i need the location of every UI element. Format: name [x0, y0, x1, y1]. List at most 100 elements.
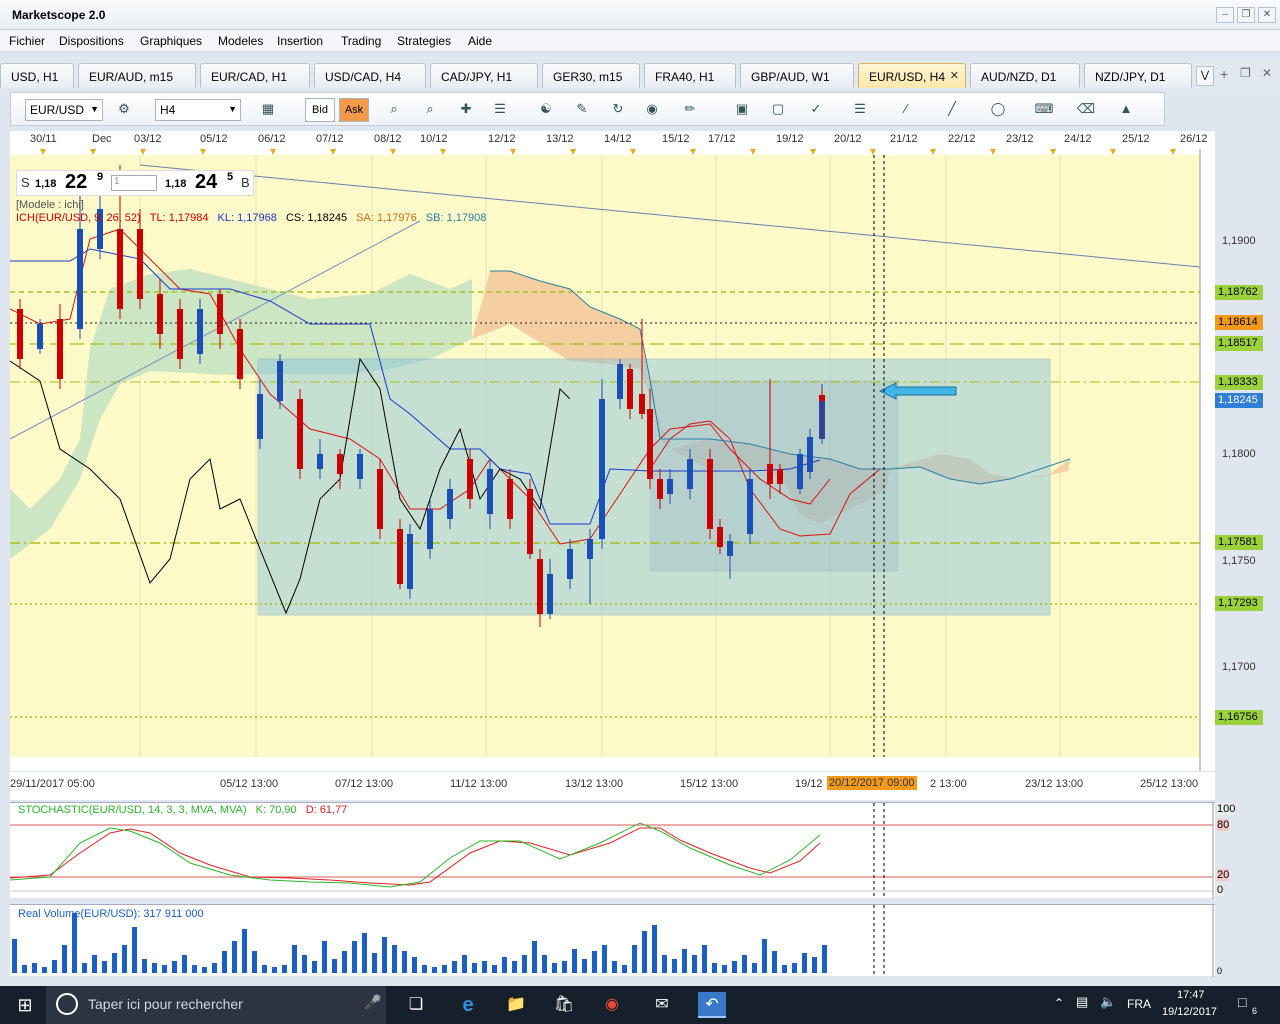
- top-date: 12/12: [488, 133, 516, 145]
- close-tab-icon[interactable]: ✕: [950, 69, 959, 82]
- shape-ellipse-icon[interactable]: ◯: [987, 98, 1009, 120]
- top-date: 14/12: [604, 133, 632, 145]
- menu-strategies[interactable]: Strategies: [397, 34, 451, 48]
- tab-usd-h1[interactable]: USD, H1: [0, 63, 74, 88]
- ichimoku-legend: ICH(EUR/USD, 9, 26, 52) TL: 1,17984 KL: …: [16, 212, 486, 224]
- trend-line-icon[interactable]: ╱: [941, 98, 963, 120]
- hierarchy-icon[interactable]: ▲: [1115, 98, 1137, 120]
- tab-eur-aud-m15[interactable]: EUR/AUD, m15: [78, 63, 196, 88]
- globe-icon[interactable]: ◉: [641, 98, 663, 120]
- mail-icon[interactable]: ✉: [648, 992, 676, 1018]
- properties-icon[interactable]: ✎: [571, 98, 593, 120]
- tab-label: FRA40, H1: [655, 70, 715, 84]
- tab-gbp-aud-w1[interactable]: GBP/AUD, W1: [740, 63, 854, 88]
- tab-aud-nzd-d1[interactable]: AUD/NZD, D1: [970, 63, 1080, 88]
- notification-count: 6: [1252, 1006, 1258, 1016]
- menu-bar: Fichier Dispositions Graphiques Modeles …: [0, 30, 1280, 52]
- text-tool-icon[interactable]: ⌨: [1033, 98, 1055, 120]
- network-icon[interactable]: ▤: [1076, 994, 1088, 1010]
- microphone-icon[interactable]: 🎤: [364, 994, 381, 1011]
- menu-aide[interactable]: Aide: [468, 34, 492, 48]
- image-icon[interactable]: ▣: [731, 98, 753, 120]
- zoom-in-icon[interactable]: ⌕: [383, 98, 405, 120]
- price-axis-label: 1,1750: [1222, 555, 1256, 567]
- tab-label: AUD/NZD, D1: [981, 70, 1057, 84]
- top-date: 20/12: [834, 133, 862, 145]
- windows-start-icon[interactable]: ⊞: [12, 992, 38, 1018]
- volume-icon[interactable]: 🔈: [1100, 994, 1116, 1010]
- data-window-icon[interactable]: ☰: [489, 98, 511, 120]
- task-view-icon[interactable]: ❏: [402, 992, 430, 1018]
- eraser-icon[interactable]: ⌫: [1075, 98, 1097, 120]
- edge-browser-icon[interactable]: e: [454, 992, 482, 1018]
- sell-price-fraction: 9: [97, 171, 104, 183]
- tab-eur-cad-h1[interactable]: EUR/CAD, H1: [200, 63, 310, 88]
- timeframe-select[interactable]: H4 ▼: [155, 99, 241, 121]
- chrome-icon[interactable]: ◉: [598, 992, 626, 1018]
- chart-type-icon[interactable]: ▦: [257, 98, 279, 120]
- symbol-tools-icon[interactable]: ⚙: [113, 98, 135, 120]
- restore-panel-icon[interactable]: ❐: [1240, 66, 1251, 80]
- zoom-out-icon[interactable]: ⌕: [419, 98, 441, 120]
- menu-fichier[interactable]: Fichier: [9, 34, 45, 48]
- bid-button[interactable]: Bid: [305, 98, 335, 122]
- tab-ger30-m15[interactable]: GER30, m15: [542, 63, 640, 88]
- close-panel-icon[interactable]: ✕: [1262, 66, 1272, 80]
- taskbar-search-box[interactable]: Taper ici pour rechercher: [46, 986, 386, 1024]
- menu-insertion[interactable]: Insertion: [277, 34, 323, 48]
- file-explorer-icon[interactable]: 📁: [502, 992, 530, 1018]
- top-date: 05/12: [200, 133, 228, 145]
- refresh-icon[interactable]: ↻: [607, 98, 629, 120]
- top-date: 03/12: [134, 133, 162, 145]
- language-indicator[interactable]: FRA: [1127, 997, 1151, 1011]
- tab-list-chevron-icon[interactable]: ⋁: [1196, 66, 1214, 86]
- volume-panel[interactable]: Real Volume(EUR/USD): 317 911 000: [10, 904, 1215, 977]
- sell-price-pips[interactable]: 22: [65, 171, 87, 194]
- menu-trading[interactable]: Trading: [341, 34, 381, 48]
- buy-price-fraction: 5: [227, 171, 234, 183]
- stochastic-legend: STOCHASTIC(EUR/USD, 14, 3, 3, MVA, MVA) …: [18, 804, 347, 816]
- clock-time[interactable]: 17:47: [1177, 989, 1205, 1001]
- indicator-icon[interactable]: ☯: [535, 98, 557, 120]
- menu-modeles[interactable]: Modeles: [218, 34, 263, 48]
- tray-chevron-icon[interactable]: ⌃: [1054, 996, 1064, 1010]
- tab-cad-jpy-h1[interactable]: CAD/JPY, H1: [430, 63, 538, 88]
- maximize-button[interactable]: ❐: [1237, 7, 1255, 23]
- stochastic-axis-0: 0: [1217, 884, 1224, 896]
- symbol-select[interactable]: EUR/USD ▼: [25, 99, 103, 121]
- price-axis-label: 1,1800: [1222, 448, 1256, 460]
- clock-date[interactable]: 19/12/2017: [1162, 1006, 1217, 1018]
- tab-usd-cad-h4[interactable]: USD/CAD, H4: [314, 63, 426, 88]
- top-date: 26/12: [1180, 133, 1208, 145]
- price-tag-level: 1,17293: [1215, 596, 1263, 611]
- ruler-icon[interactable]: ✏: [679, 98, 701, 120]
- tab-label: EUR/AUD, m15: [89, 70, 174, 84]
- ask-button[interactable]: Ask: [339, 98, 369, 122]
- tab-eur-usd-h4[interactable]: EUR/USD, H4 ✕: [858, 63, 966, 88]
- tab-nzd-jpy-d1[interactable]: NZD/JPY, D1: [1084, 63, 1192, 88]
- marketscope-taskbar-icon[interactable]: ↶: [698, 992, 726, 1018]
- notification-center-icon[interactable]: □: [1238, 994, 1246, 1010]
- stochastic-panel[interactable]: STOCHASTIC(EUR/USD, 14, 3, 3, MVA, MVA) …: [9, 802, 1215, 899]
- price-tag-level: 1,17581: [1215, 535, 1263, 550]
- add-tab-icon[interactable]: +: [1220, 66, 1228, 82]
- tab-fra40-h1[interactable]: FRA40, H1: [644, 63, 736, 88]
- quantity-input[interactable]: 1: [111, 175, 157, 191]
- cursor-tools-icon[interactable]: ✓: [805, 98, 827, 120]
- buy-price-pips[interactable]: 24: [195, 171, 217, 194]
- price-chart[interactable]: S 1,18 22 9 1 1,18 24 5 B [Modele : ichi…: [10, 149, 1215, 771]
- event-markers: [40, 149, 1176, 155]
- store-icon[interactable]: 🛍: [550, 992, 578, 1018]
- lines-icon[interactable]: ☰: [849, 98, 871, 120]
- menu-graphiques[interactable]: Graphiques: [140, 34, 202, 48]
- draw-line-icon[interactable]: ∕: [895, 98, 917, 120]
- minimize-button[interactable]: –: [1216, 7, 1234, 23]
- screenshot-icon[interactable]: ▢: [767, 98, 789, 120]
- crosshair-icon[interactable]: ✚: [455, 98, 477, 120]
- close-button[interactable]: ✕: [1258, 7, 1276, 23]
- price-tag-level: 1,18333: [1215, 375, 1263, 390]
- price-chart-canvas: [10, 149, 1215, 771]
- menu-dispositions[interactable]: Dispositions: [59, 34, 124, 48]
- span-a-value: SA: 1,17976: [356, 212, 417, 224]
- top-date: 24/12: [1064, 133, 1092, 145]
